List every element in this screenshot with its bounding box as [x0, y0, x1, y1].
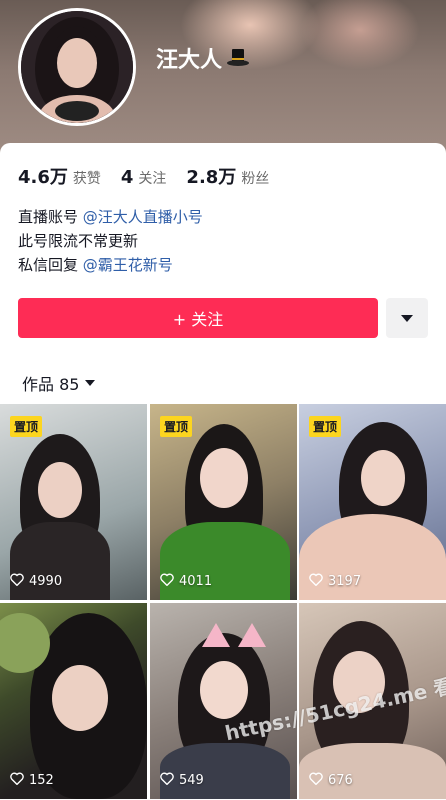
username-text: 汪大人 — [156, 48, 223, 73]
thumbnail-shape — [160, 743, 290, 799]
stat-number: 4 — [120, 167, 134, 188]
video-tile[interactable]: 置顶 4990 — [0, 404, 147, 600]
avatar[interactable] — [18, 8, 136, 126]
cat-ear-shape — [202, 623, 230, 647]
mention-link[interactable]: @汪大人直播小号 — [83, 208, 203, 226]
heart-icon — [160, 573, 174, 590]
mention-link[interactable]: @霸王花新号 — [83, 256, 173, 274]
like-count: 676 — [309, 772, 353, 789]
like-count: 4990 — [10, 573, 62, 590]
bio-line: 此号限流不常更新 — [18, 232, 139, 250]
like-count-text: 4990 — [29, 574, 63, 589]
video-grid: 置顶 4990 置顶 4011 置顶 3197 152 549 676 — [0, 404, 446, 800]
stat-label: 关注 — [138, 171, 167, 187]
top-hat-icon — [226, 47, 250, 69]
like-count: 152 — [10, 772, 54, 789]
caret-down-icon — [85, 380, 96, 386]
pinned-badge: 置顶 — [309, 416, 342, 437]
profile-card: 4.6万 获赞 4 关注 2.8万 粉丝 直播账号 @汪大人直播小号 此号限流不… — [0, 143, 446, 403]
like-count-text: 676 — [328, 773, 353, 788]
stat-label: 获赞 — [72, 171, 101, 187]
bio-line: 私信回复 @霸王花新号 — [18, 253, 203, 277]
bio-line: 直播账号 @汪大人直播小号 — [18, 205, 203, 229]
stats-row: 4.6万 获赞 4 关注 2.8万 粉丝 — [18, 163, 289, 189]
heart-icon — [309, 573, 323, 590]
video-tile[interactable]: 置顶 4011 — [150, 404, 297, 600]
bio-text: 私信回复 — [18, 256, 79, 274]
like-count-text: 3197 — [328, 574, 362, 589]
heart-icon — [10, 573, 24, 590]
works-label: 作品 85 — [22, 375, 80, 394]
heart-icon — [309, 772, 323, 789]
profile-username: 汪大人 — [156, 42, 250, 74]
stat-likes[interactable]: 4.6万 获赞 — [18, 163, 101, 189]
bio-text: 直播账号 — [18, 208, 79, 226]
stat-label: 粉丝 — [241, 171, 270, 187]
video-tile[interactable]: 549 — [150, 603, 297, 799]
cat-ear-shape — [238, 623, 266, 647]
thumbnail-shape — [299, 743, 446, 799]
like-count-text: 152 — [29, 773, 54, 788]
stat-following[interactable]: 4 关注 — [121, 167, 167, 188]
like-count: 3197 — [309, 573, 361, 590]
profile-bio: 直播账号 @汪大人直播小号 此号限流不常更新 私信回复 @霸王花新号 — [18, 205, 203, 277]
thumbnail-shape — [200, 448, 248, 508]
thumbnail-shape — [200, 661, 248, 719]
thumbnail-shape — [52, 665, 108, 731]
follow-button[interactable]: + 关注 — [18, 298, 378, 338]
heart-icon — [10, 772, 24, 789]
avatar-image — [21, 11, 133, 123]
video-tile[interactable]: 152 — [0, 603, 147, 799]
stat-number: 2.8万 — [186, 167, 237, 188]
follow-button-label: + 关注 — [172, 310, 224, 329]
stat-followers[interactable]: 2.8万 粉丝 — [186, 163, 269, 189]
like-count: 4011 — [160, 573, 212, 590]
chevron-down-icon — [401, 314, 413, 322]
like-count-text: 4011 — [179, 574, 213, 589]
banner-decoration — [300, 0, 420, 70]
pinned-badge: 置顶 — [160, 416, 193, 437]
like-count-text: 549 — [179, 773, 204, 788]
heart-icon — [160, 772, 174, 789]
thumbnail-shape — [361, 450, 405, 506]
stat-number: 4.6万 — [18, 167, 68, 188]
more-options-button[interactable] — [386, 298, 428, 338]
pinned-badge: 置顶 — [10, 416, 43, 437]
works-tab[interactable]: 作品 85 — [22, 371, 96, 395]
video-tile[interactable]: 置顶 3197 — [299, 404, 446, 600]
like-count: 549 — [160, 772, 204, 789]
thumbnail-shape — [38, 462, 82, 518]
